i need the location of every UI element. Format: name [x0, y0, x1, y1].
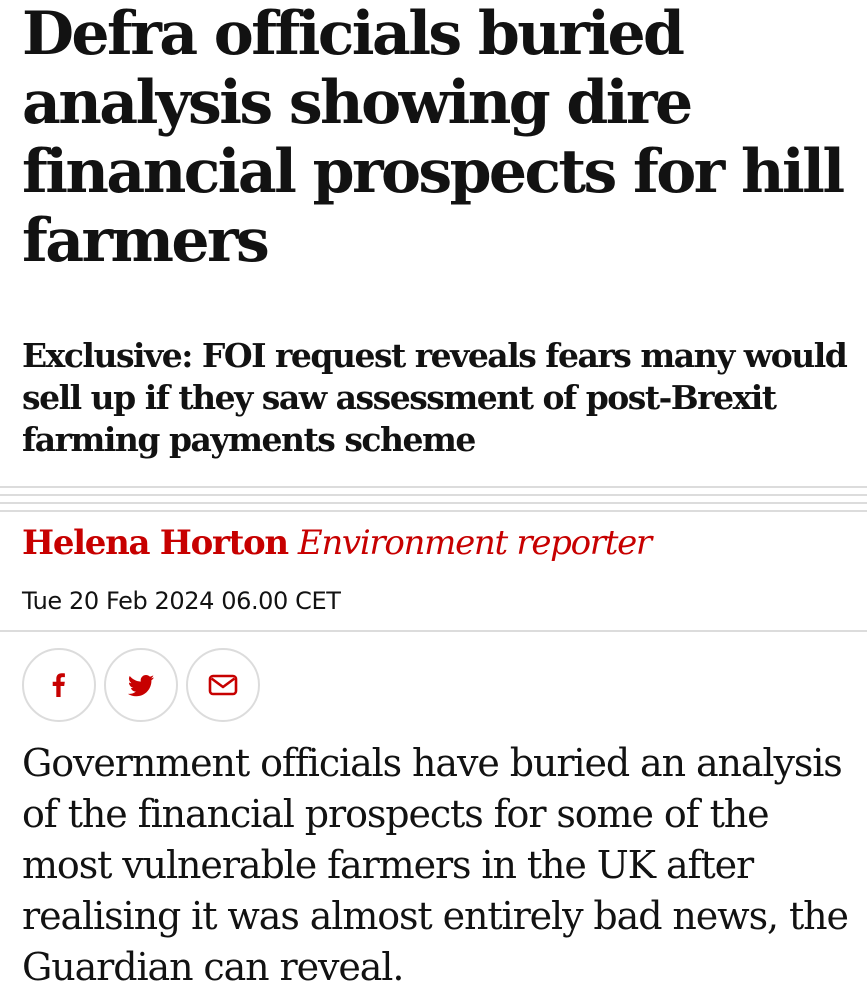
author-link[interactable]: Helena Horton: [22, 523, 289, 563]
section-rules: [0, 486, 867, 516]
author-role: Environment reporter: [297, 523, 652, 563]
article-page: Defra officials buried analysis showing …: [0, 0, 867, 1000]
article-body-paragraph: Government officials have buried an anal…: [22, 741, 849, 989]
article-headline: Defra officials buried analysis showing …: [22, 0, 845, 276]
facebook-icon: [44, 670, 74, 700]
rule-line: [0, 510, 867, 512]
byline: Helena Horton Environment reporter: [22, 522, 652, 564]
divider: [0, 630, 867, 632]
rule-line: [0, 494, 867, 496]
rule-line: [0, 486, 867, 488]
share-twitter-button[interactable]: [104, 648, 178, 722]
rule-line: [0, 502, 867, 504]
publish-date: Tue 20 Feb 2024 06.00 CET: [22, 587, 341, 615]
article-standfirst: Exclusive: FOI request reveals fears man…: [22, 336, 848, 459]
share-email-button[interactable]: [186, 648, 260, 722]
email-icon: [207, 672, 239, 698]
share-facebook-button[interactable]: [22, 648, 96, 722]
twitter-icon: [124, 670, 158, 700]
